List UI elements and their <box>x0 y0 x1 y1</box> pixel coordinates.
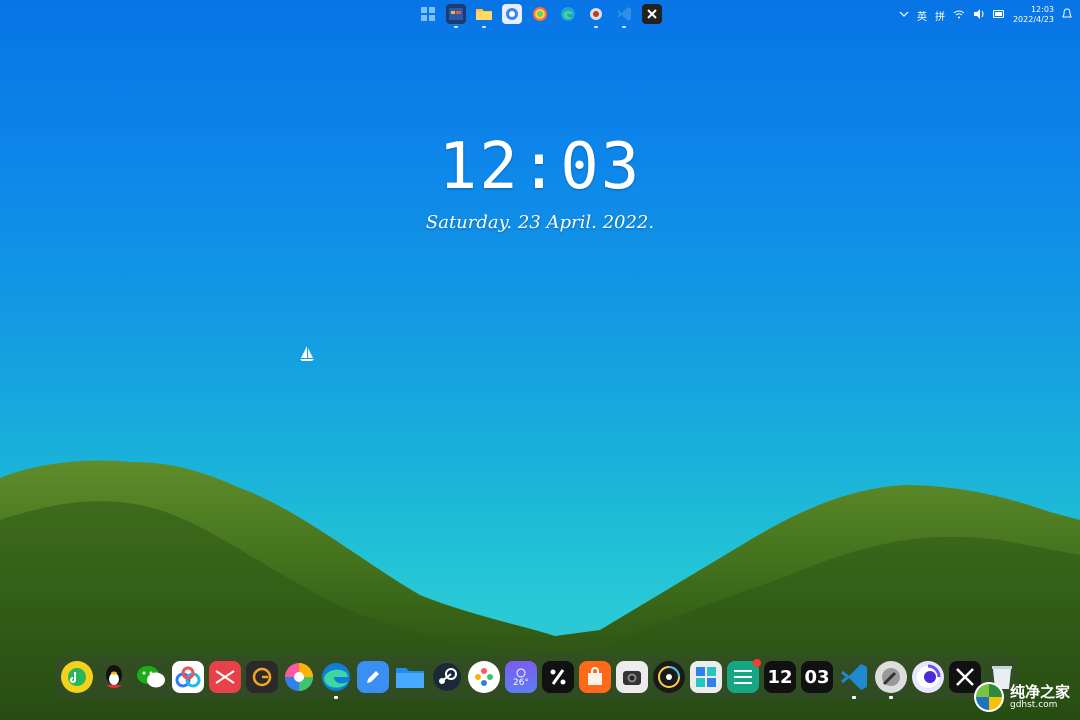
camera-icon[interactable] <box>616 661 648 693</box>
ime-language-label[interactable]: 英 <box>917 8 927 23</box>
colorful-app-icon[interactable] <box>530 4 550 24</box>
watermark-url: gdhst.com <box>1009 700 1058 710</box>
color-wheel-icon[interactable] <box>283 661 315 693</box>
wifi-icon[interactable] <box>953 9 965 22</box>
notification-icon[interactable] <box>1062 7 1072 23</box>
tray-clock[interactable]: 12:03 2022/4/23 <box>1013 5 1054 25</box>
battery-icon[interactable] <box>992 9 1005 21</box>
percent-app-icon[interactable] <box>542 661 574 693</box>
store-bag-icon[interactable] <box>579 661 611 693</box>
notification-badge <box>753 659 761 667</box>
watermark-text: 纯净之家 <box>1009 683 1070 701</box>
sheets-icon[interactable] <box>727 659 761 693</box>
edge-icon[interactable] <box>558 4 578 24</box>
qq-icon[interactable] <box>98 661 130 693</box>
notes-pen-icon[interactable] <box>357 661 389 693</box>
desktop-clock-date: Saturday. 23 April. 2022. <box>425 212 655 233</box>
windows-start-icon[interactable] <box>418 4 438 24</box>
vscode-icon[interactable] <box>838 661 870 699</box>
baidu-netdisk-icon[interactable] <box>172 661 204 693</box>
files-folder-icon[interactable] <box>394 661 426 693</box>
weather-temp: 26° <box>513 677 529 688</box>
watermark: 纯净之家 gdhst.com <box>972 680 1070 714</box>
app-icon[interactable] <box>642 4 662 24</box>
tray-date: 2022/4/23 <box>1012 15 1054 24</box>
color-picker-icon[interactable] <box>468 661 500 693</box>
watermark-logo-icon <box>973 682 1004 712</box>
grammarly-icon[interactable] <box>246 661 278 693</box>
clock-hour-tile[interactable]: 12 <box>764 661 796 693</box>
top-taskbar <box>418 4 662 28</box>
volume-icon[interactable] <box>973 8 985 22</box>
music-disc-icon[interactable] <box>653 661 685 693</box>
system-tray: 英 拼 12:03 2022/4/23 <box>899 4 1072 26</box>
vscode-icon[interactable] <box>614 4 634 28</box>
calculator-icon[interactable] <box>690 661 722 693</box>
ime-mode-label[interactable]: 拼 <box>935 8 945 23</box>
browser-icon[interactable] <box>502 4 522 24</box>
window-manager-icon[interactable] <box>446 4 466 28</box>
chevron-up-icon[interactable] <box>899 10 909 21</box>
xmind-icon[interactable] <box>209 661 241 693</box>
sailboat <box>300 346 314 361</box>
app-dock: 26° 12 03 <box>55 654 1020 700</box>
weather-widget[interactable]: 26° <box>505 661 537 693</box>
folder-icon[interactable] <box>474 4 494 28</box>
clock-minute-tile[interactable]: 03 <box>801 661 833 693</box>
qq-music-icon[interactable] <box>61 661 93 693</box>
arc-browser-icon[interactable] <box>912 661 944 693</box>
desktop-clock-time: 12:03 <box>438 130 642 204</box>
disk-cleaner-icon[interactable] <box>875 661 907 699</box>
tray-time: 12:03 <box>1030 5 1054 14</box>
wechat-icon[interactable] <box>135 661 167 693</box>
edge-icon[interactable] <box>320 661 352 699</box>
steam-icon[interactable] <box>431 661 463 693</box>
cleaner-icon[interactable] <box>586 4 606 28</box>
landscape-hills <box>0 460 1080 720</box>
